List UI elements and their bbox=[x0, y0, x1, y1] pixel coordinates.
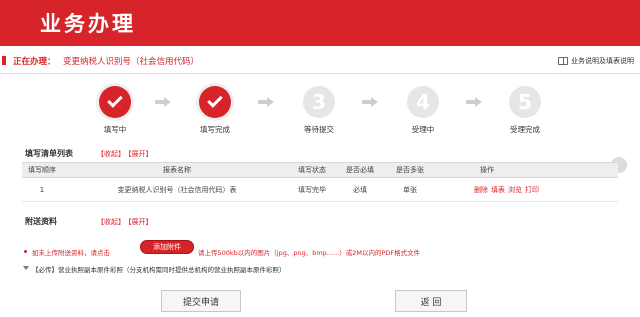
row-operations: 删除 填表 浏览 打印 bbox=[474, 178, 614, 201]
step-3-label: 等待提交 bbox=[304, 125, 334, 134]
arrow-icon bbox=[258, 97, 274, 107]
attach-hint-post: 请上传500kb以内的图片（jpg、png、bmp......）或2M以内的PD… bbox=[198, 249, 421, 257]
fill-list-collapse-link[interactable]: 【收起】 bbox=[97, 150, 125, 158]
bullet-icon bbox=[24, 250, 27, 253]
doing-value: 变更纳税人识别号（社会信用代码） bbox=[63, 57, 200, 67]
edit-link[interactable]: 填表 bbox=[491, 185, 505, 195]
current-business-bar: 正在办理： 变更纳税人识别号（社会信用代码） 业务说明及填表说明 bbox=[0, 46, 640, 74]
red-marker bbox=[2, 56, 6, 65]
attach-hint-pre: 如未上传附送资料，请点击 bbox=[32, 249, 110, 257]
step-5: 5 受理完成 bbox=[500, 86, 550, 135]
help-link-label: 业务说明及填表说明 bbox=[571, 57, 634, 65]
arrow-icon bbox=[362, 97, 378, 107]
col-multiple: 是否多张 bbox=[396, 166, 424, 174]
step-1-label: 填写中 bbox=[103, 125, 127, 134]
expand-triangle-icon[interactable] bbox=[23, 266, 29, 270]
add-attachment-button[interactable]: 添加附件 bbox=[140, 240, 194, 254]
col-status: 填写状态 bbox=[298, 166, 326, 174]
book-icon bbox=[558, 57, 568, 65]
step-1-check-icon bbox=[99, 86, 131, 118]
print-link[interactable]: 打印 bbox=[525, 185, 539, 195]
fill-list-toggle: 【收起】 【展开】 bbox=[97, 149, 156, 159]
attachments-toggle: 【收起】 【展开】 bbox=[97, 217, 156, 227]
top-header: 业务办理 bbox=[0, 0, 640, 46]
step-1: 填写中 bbox=[90, 86, 140, 135]
step-2: 填写完成 bbox=[190, 86, 240, 135]
step-5-label: 受理完成 bbox=[510, 125, 540, 134]
row-required: 必填 bbox=[353, 185, 367, 194]
step-3: 3 等待提交 bbox=[294, 86, 344, 135]
col-order: 填写顺序 bbox=[28, 166, 56, 174]
step-5-number: 5 bbox=[509, 86, 541, 118]
progress-steps: 填写中 填写完成 3 等待提交 4 受理中 5 受理完成 bbox=[0, 74, 640, 144]
table-row: 1 变更纳税人识别号（社会信用代码）表 填写完毕 必填 单张 删除 填表 浏览 … bbox=[22, 178, 618, 202]
page-title: 业务办理 bbox=[40, 12, 136, 36]
col-name: 报表名称 bbox=[163, 166, 191, 174]
attachments-title: 附送资料 bbox=[25, 217, 57, 226]
step-4-label: 受理中 bbox=[411, 125, 435, 134]
doing-label: 正在办理： bbox=[13, 57, 56, 67]
row-multiple: 单张 bbox=[403, 185, 417, 194]
step-4-number: 4 bbox=[407, 86, 439, 118]
col-ops: 操作 bbox=[480, 166, 494, 174]
step-2-label: 填写完成 bbox=[200, 125, 230, 134]
row-status: 填写完毕 bbox=[298, 185, 326, 194]
help-link[interactable]: 业务说明及填表说明 bbox=[558, 56, 634, 66]
step-3-number: 3 bbox=[303, 86, 335, 118]
fill-list-expand-link[interactable]: 【展开】 bbox=[128, 150, 153, 158]
table-header: 填写顺序 报表名称 填写状态 是否必填 是否多张 操作 bbox=[22, 162, 618, 178]
attachments-expand-link[interactable]: 【展开】 bbox=[128, 218, 153, 226]
delete-link[interactable]: 删除 bbox=[474, 185, 488, 195]
step-4: 4 受理中 bbox=[398, 86, 448, 135]
back-button[interactable]: 返 回 bbox=[395, 290, 467, 312]
fill-list-title: 填写清单列表 bbox=[25, 149, 73, 158]
attachments-collapse-link[interactable]: 【收起】 bbox=[97, 218, 125, 226]
row-order: 1 bbox=[39, 185, 45, 194]
arrow-icon bbox=[155, 97, 171, 107]
step-2-check-icon bbox=[199, 86, 231, 118]
view-link[interactable]: 浏览 bbox=[508, 185, 522, 195]
arrow-icon bbox=[466, 97, 482, 107]
row-name: 变更纳税人识别号（社会信用代码）表 bbox=[117, 185, 237, 194]
required-attachment-text: 【必传】营业执照副本原件彩照（分支机构需同时提供总机构的营业执照副本原件彩照） bbox=[32, 266, 286, 274]
col-required: 是否必填 bbox=[346, 166, 374, 174]
submit-button[interactable]: 提交申请 bbox=[161, 290, 241, 312]
fill-list-table: 填写顺序 报表名称 填写状态 是否必填 是否多张 操作 1 变更纳税人识别号（社… bbox=[22, 162, 618, 202]
